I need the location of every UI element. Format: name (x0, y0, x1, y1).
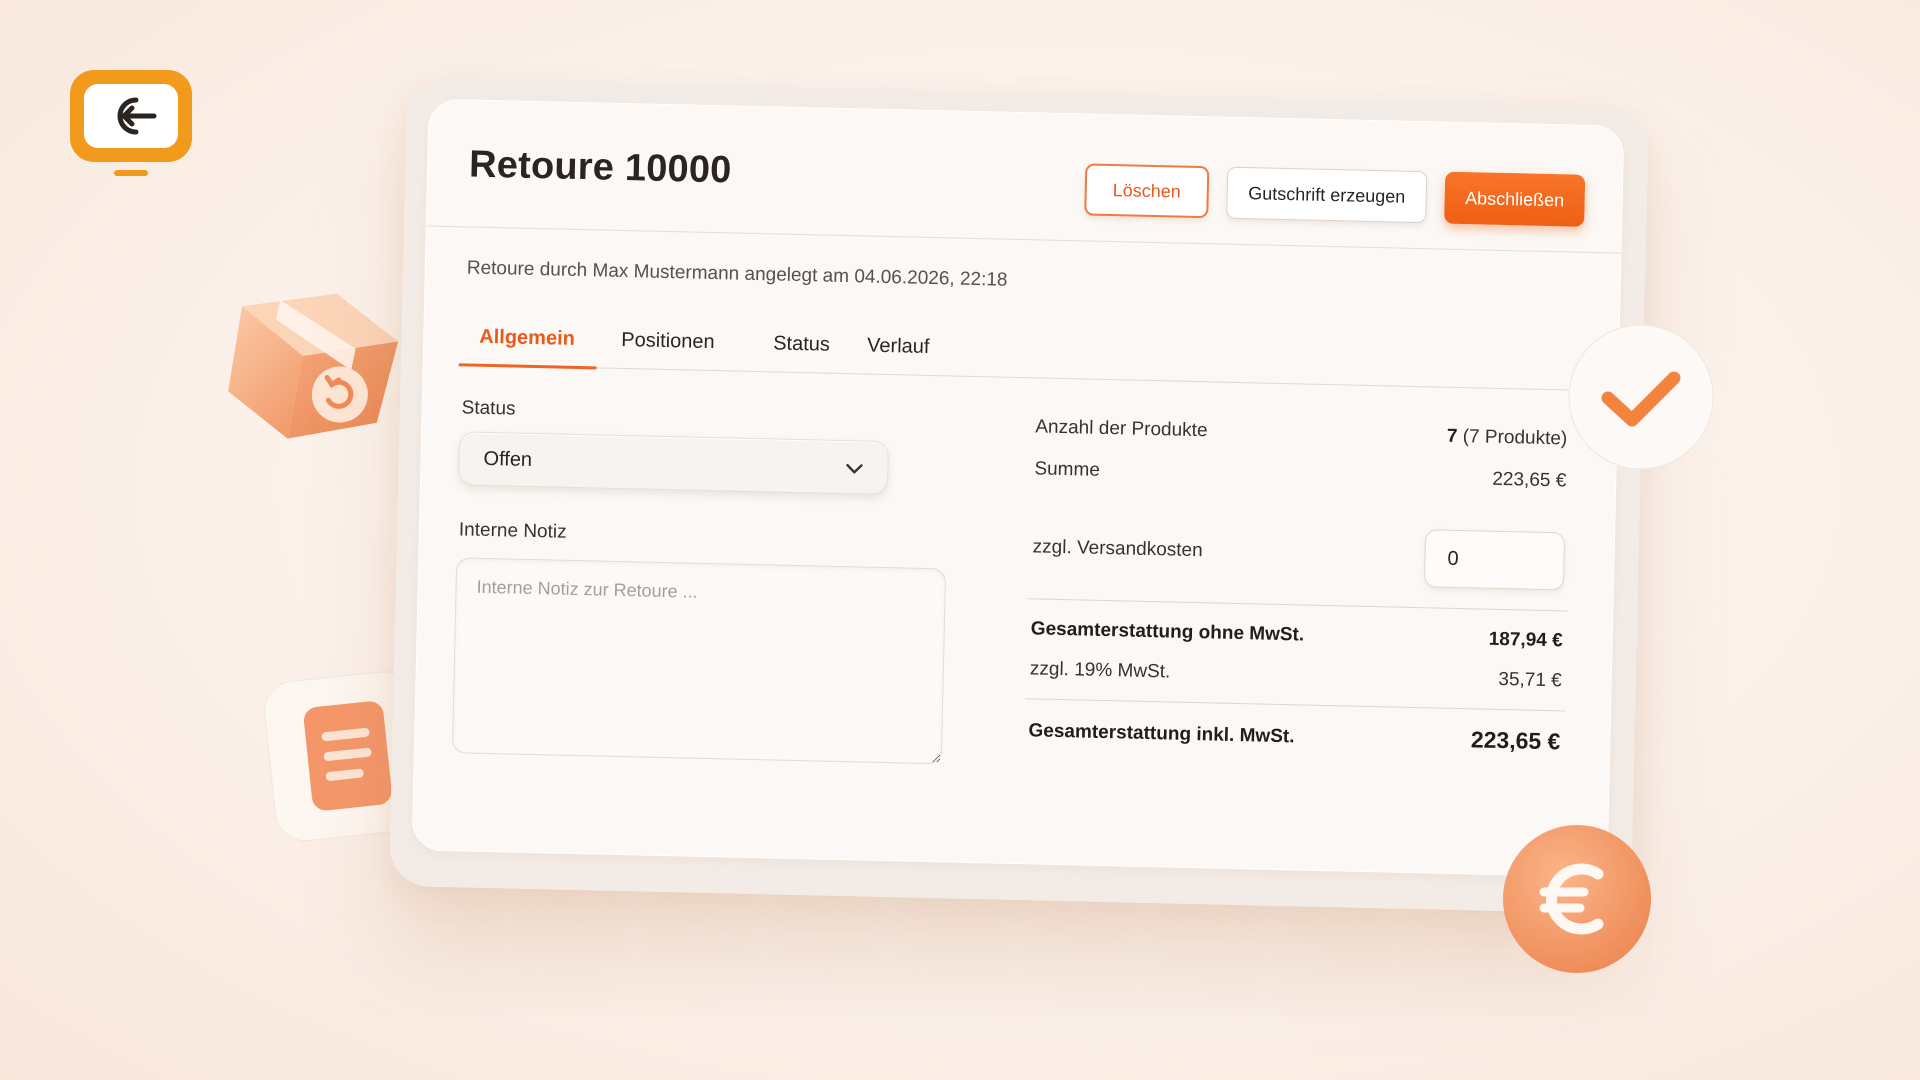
tab-verlauf[interactable]: Verlauf (847, 334, 950, 376)
tab-bar: Allgemein Positionen Status Verlauf (458, 317, 1572, 391)
euro-coin-icon (1500, 822, 1654, 976)
product-count-note: (7 Produkte) (1462, 426, 1568, 450)
card-header: Retoure 10000 Löschen Gutschrift erzeuge… (425, 98, 1625, 254)
chevron-down-icon (846, 463, 863, 474)
product-count-value: 7 (7 Produkte) (1383, 424, 1568, 450)
app-logo (70, 70, 192, 178)
summary-divider (1027, 598, 1568, 612)
net-refund-label: Gesamterstattung ohne MwSt. (1030, 618, 1305, 646)
tab-positionen[interactable]: Positionen (601, 329, 735, 372)
status-select[interactable]: Offen (457, 431, 890, 496)
checkmark-icon (1566, 322, 1716, 472)
logo-stand (114, 170, 148, 176)
net-refund-value: 187,94 € (1488, 628, 1563, 652)
create-credit-note-button[interactable]: Gutschrift erzeugen (1226, 166, 1428, 224)
return-detail-card: Retoure 10000 Löschen Gutschrift erzeuge… (411, 98, 1625, 878)
vat-label: zzgl. 19% MwSt. (1029, 658, 1171, 683)
tab-allgemein[interactable]: Allgemein (459, 325, 598, 368)
status-label: Status (461, 397, 516, 420)
internal-note-field[interactable] (451, 557, 947, 765)
gross-refund-value: 223,65 € (1470, 726, 1561, 755)
gross-refund-label: Gesamterstattung inkl. MwSt. (1028, 720, 1295, 748)
complete-button[interactable]: Abschließen (1444, 171, 1586, 227)
vat-value: 35,71 € (1498, 668, 1563, 692)
delete-button[interactable]: Löschen (1084, 163, 1210, 219)
product-count-number: 7 (1446, 425, 1458, 447)
created-info: Retoure durch Max Mustermann angelegt am… (466, 257, 1008, 291)
product-count-label: Anzahl der Produkte (1035, 416, 1208, 442)
status-select-value: Offen (483, 447, 533, 471)
logo-screen (70, 70, 192, 162)
page-title: Retoure 10000 (468, 143, 733, 192)
note-label: Interne Notiz (458, 519, 567, 543)
sum-label: Summe (1034, 458, 1101, 481)
sum-value: 223,65 € (1492, 468, 1567, 492)
shipping-cost-input[interactable] (1423, 529, 1566, 591)
tab-status[interactable]: Status (753, 332, 851, 374)
shipping-label: zzgl. Versandkosten (1032, 536, 1203, 562)
return-package-icon (193, 243, 430, 480)
summary-divider (1025, 698, 1566, 712)
return-arrow-icon (117, 97, 157, 135)
